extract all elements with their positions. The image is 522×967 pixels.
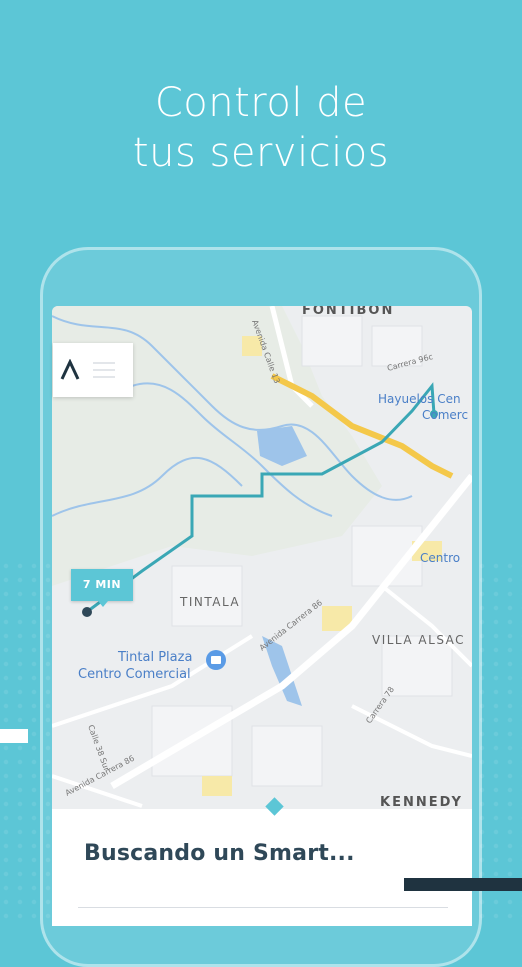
headline-line-2: tus servicios	[132, 130, 390, 176]
shopping-bag-glyph	[211, 656, 221, 664]
bottom-sheet: Buscando un Smart...	[52, 809, 472, 926]
status-title: Buscando un Smart...	[84, 841, 355, 866]
map-label-tintala: TINTALA	[179, 595, 240, 609]
map-menu-card	[53, 343, 133, 397]
hamburger-menu-icon[interactable]	[93, 357, 119, 383]
map-label-villa-alsacia: VILLA ALSAC	[372, 633, 465, 647]
decorative-bar-left	[0, 729, 28, 743]
eta-badge: 7 MIN	[71, 569, 133, 607]
map-label-calle38: Calle 38 Sur	[86, 724, 111, 773]
map-label-hayuelos: Hayuelos Cen	[378, 392, 461, 406]
headline-line-1: Control de	[154, 80, 368, 126]
map-label-kennedy: KENNEDY	[380, 795, 463, 809]
map-label-carrera86: Avenida Carrera 86	[258, 598, 324, 653]
decorative-bar-right	[404, 878, 522, 891]
route-origin-marker	[82, 607, 92, 617]
map-label-centro-comercial: Centro Comercial	[78, 667, 191, 682]
map-label-comercial-top: Comerc	[422, 408, 468, 422]
map-label-tintal-plaza: Tintal Plaza	[117, 650, 192, 665]
map-label-fontibon: FONTIBON	[302, 306, 394, 318]
map-label-centro-right: Centro	[420, 551, 460, 565]
page-headline: Control de tus servicios	[0, 78, 522, 178]
sheet-divider	[78, 907, 448, 908]
brand-logo-icon[interactable]	[59, 359, 81, 381]
